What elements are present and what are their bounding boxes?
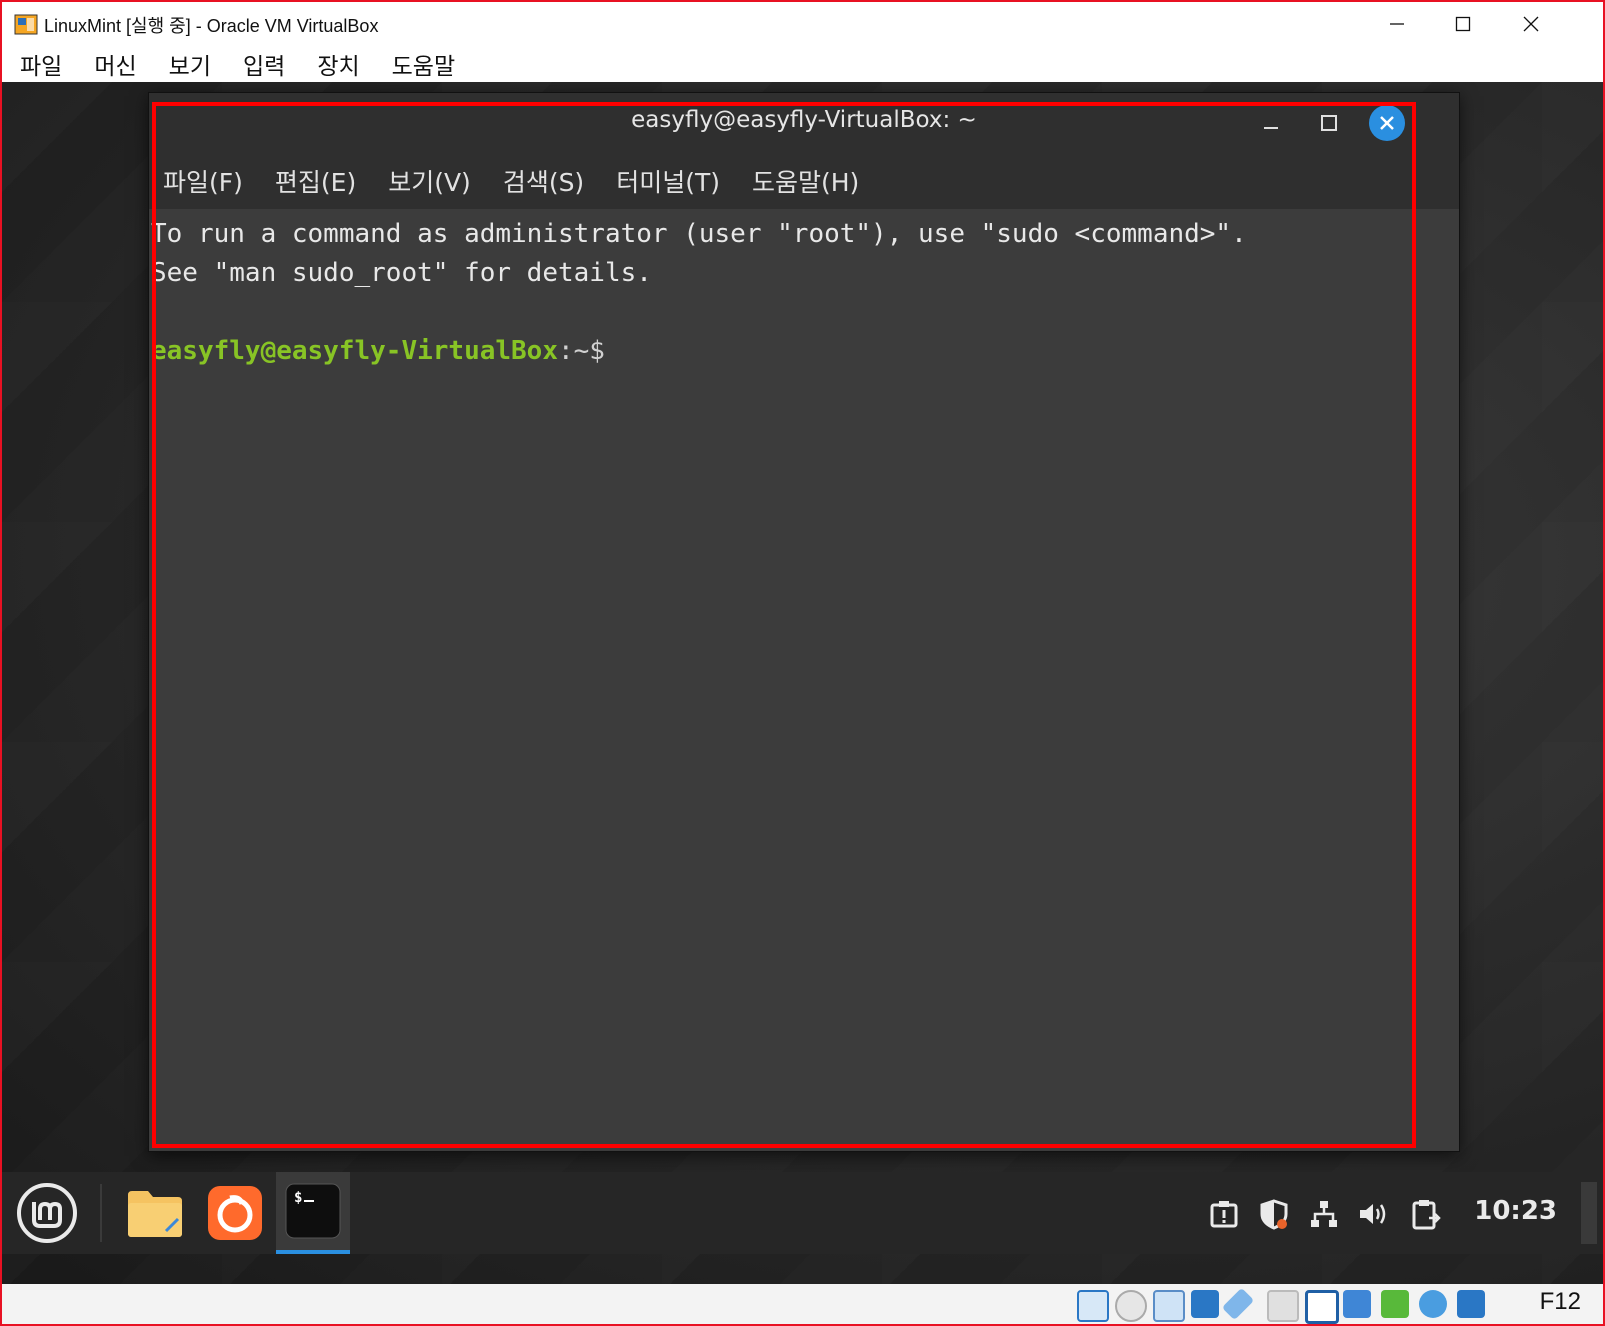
prompt-user: easyfly@easyfly-VirtualBox <box>151 336 558 366</box>
minimize-icon <box>1390 23 1404 25</box>
terminal-menu-view[interactable]: 보기(V) <box>388 163 471 199</box>
maximize-icon <box>1321 115 1337 131</box>
terminal-menu-file[interactable]: 파일(F) <box>163 163 243 199</box>
menu-view[interactable]: 보기 <box>169 47 211 81</box>
vm-display[interactable]: easyfly@easyfly-VirtualBox: ~ 파일(F) 편집(E… <box>2 82 1603 1284</box>
terminal-titlebar[interactable]: easyfly@easyfly-VirtualBox: ~ <box>149 93 1459 153</box>
audio-icon[interactable] <box>1153 1290 1185 1322</box>
maximize-button[interactable] <box>1430 2 1496 46</box>
minimize-button[interactable] <box>1364 2 1430 46</box>
host-statusbar: F12 <box>2 1284 1603 1324</box>
menu-help[interactable]: 도움말 <box>392 47 455 81</box>
files-launcher[interactable] <box>124 1182 186 1244</box>
terminal-menu-help[interactable]: 도움말(H) <box>752 163 859 199</box>
optical-drive-icon[interactable] <box>1115 1290 1147 1322</box>
show-desktop-button[interactable] <box>1581 1182 1597 1244</box>
update-icon <box>1210 1201 1238 1228</box>
taskbar-divider <box>100 1184 102 1242</box>
terminal-close-button[interactable] <box>1369 105 1405 141</box>
menu-devices[interactable]: 장치 <box>317 47 359 81</box>
mouse-integration-icon[interactable] <box>1419 1290 1447 1318</box>
host-window-title: LinuxMint [실행 중] - Oracle VM VirtualBox <box>44 16 379 36</box>
shared-folders-icon[interactable] <box>1267 1290 1299 1322</box>
host-title-bar: LinuxMint [실행 중] - Oracle VM VirtualBox <box>2 2 1603 46</box>
update-manager-tray[interactable] <box>1208 1198 1240 1230</box>
menu-input[interactable]: 입력 <box>243 47 285 81</box>
network-icon <box>1311 1201 1337 1227</box>
terminal-menu-search[interactable]: 검색(S) <box>503 163 584 199</box>
network-adapter-icon[interactable] <box>1191 1290 1219 1318</box>
mint-menu-icon <box>17 1183 77 1243</box>
network-tray[interactable] <box>1308 1198 1340 1230</box>
firefox-icon <box>208 1186 262 1240</box>
menu-file[interactable]: 파일 <box>20 47 62 81</box>
close-icon <box>1523 16 1539 32</box>
volume-icon <box>1360 1204 1386 1224</box>
hard-disk-icon[interactable] <box>1077 1290 1109 1322</box>
terminal-menubar: 파일(F) 편집(E) 보기(V) 검색(S) 터미널(T) 도움말(H) <box>149 153 1459 209</box>
terminal-scrollbar[interactable] <box>1443 209 1459 1151</box>
virtualbox-icon <box>14 14 38 35</box>
clipboard-tray[interactable] <box>1410 1198 1442 1230</box>
virtualization-icon[interactable] <box>1381 1290 1409 1318</box>
maximize-icon <box>1455 16 1471 32</box>
taskbar-clock[interactable]: 10:23 <box>1474 1196 1557 1226</box>
terminal-minimize-button[interactable] <box>1253 105 1289 141</box>
usb-icon[interactable] <box>1221 1287 1255 1321</box>
display-icon[interactable] <box>1305 1290 1339 1324</box>
terminal-menu-edit[interactable]: 편집(E) <box>275 163 356 199</box>
files-icon <box>128 1191 182 1237</box>
menu-machine[interactable]: 머신 <box>94 47 136 81</box>
prompt-path: :~$ <box>558 336 605 366</box>
host-menubar: 파일 머신 보기 입력 장치 도움말 <box>2 46 1603 82</box>
mint-menu-button[interactable] <box>12 1182 82 1244</box>
terminal-menu-terminal[interactable]: 터미널(T) <box>616 163 720 199</box>
security-tray[interactable] <box>1258 1198 1290 1230</box>
video-capture-icon[interactable] <box>1343 1290 1371 1318</box>
terminal-launcher-active[interactable]: $ <box>276 1172 350 1254</box>
terminal-line: To run a command as administrator (user … <box>151 219 1247 249</box>
terminal-icon: $ <box>285 1183 341 1239</box>
host-key-label: F12 <box>1539 1288 1581 1315</box>
minimize-icon <box>1264 127 1278 129</box>
svg-text:$: $ <box>294 1190 302 1206</box>
volume-tray[interactable] <box>1358 1198 1390 1230</box>
close-icon <box>1380 116 1394 130</box>
keyboard-capture-icon[interactable] <box>1457 1290 1485 1318</box>
shield-icon <box>1260 1199 1288 1230</box>
terminal-maximize-button[interactable] <box>1311 105 1347 141</box>
firefox-launcher[interactable] <box>204 1182 266 1244</box>
terminal-output[interactable]: To run a command as administrator (user … <box>149 209 1443 1151</box>
clipboard-icon <box>1412 1200 1441 1230</box>
terminal-line: See "man sudo_root" for details. <box>151 258 652 288</box>
terminal-prompt: easyfly@easyfly-VirtualBox:~$ <box>151 332 1443 371</box>
terminal-window[interactable]: easyfly@easyfly-VirtualBox: ~ 파일(F) 편집(E… <box>148 92 1460 1152</box>
taskbar: $ 10:23 <box>2 1172 1603 1254</box>
close-button[interactable] <box>1498 2 1564 46</box>
